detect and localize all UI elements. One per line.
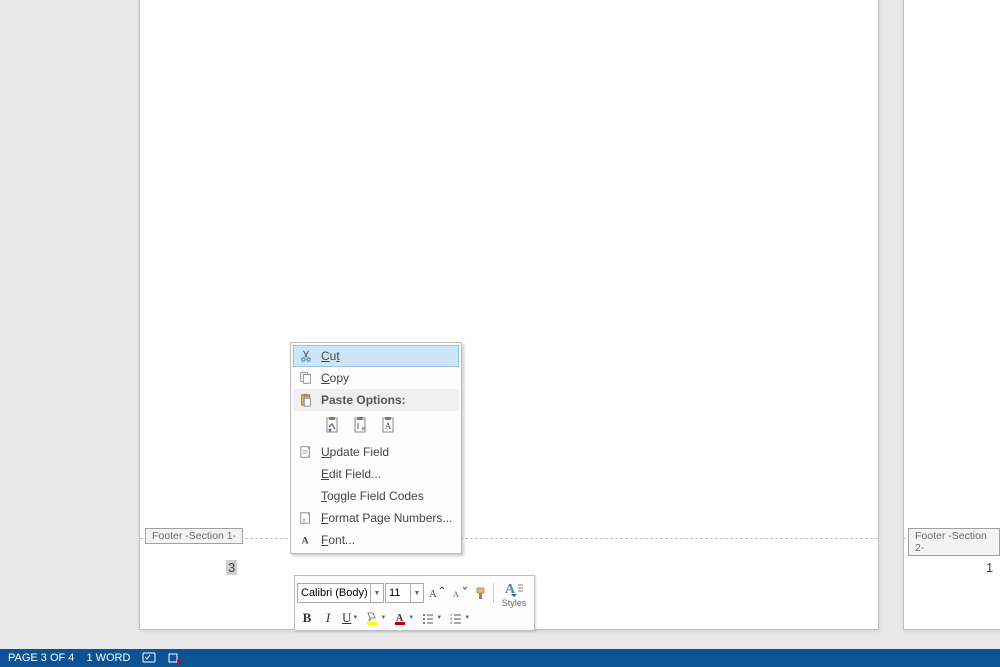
paste-keep-source-formatting[interactable] [321, 415, 345, 437]
edit-field-icon [297, 466, 315, 482]
copy-icon [297, 370, 315, 386]
status-page[interactable]: PAGE 3 OF 4 [8, 652, 74, 664]
footer-page-number-right[interactable]: 1 [986, 560, 993, 575]
menu-copy-label: Copy [321, 371, 349, 385]
svg-text:A: A [429, 588, 437, 600]
numbering-button[interactable]: 123 ▼ [446, 608, 473, 628]
menu-toggle-field-codes-label: Toggle Field Codes [321, 489, 424, 503]
menu-toggle-field-codes[interactable]: Toggle Field Codes [293, 485, 459, 507]
menu-cut-label: Cut [321, 349, 340, 363]
footer-page-number-left[interactable]: 3 [226, 560, 237, 575]
toggle-field-codes-icon [297, 488, 315, 504]
menu-font[interactable]: A Font... [293, 529, 459, 551]
menu-copy[interactable]: Copy [293, 367, 459, 389]
underline-button[interactable]: U▼ [339, 608, 361, 628]
svg-text:A: A [453, 590, 459, 599]
menu-format-page-numbers[interactable]: # Format Page Numbers... [293, 507, 459, 529]
text-highlight-button[interactable]: ▼ [362, 608, 389, 628]
update-field-icon: ! [297, 444, 315, 460]
format-page-numbers-icon: # [297, 510, 315, 526]
status-bar: PAGE 3 OF 4 1 WORD [0, 649, 1000, 667]
context-menu: Cut Copy Paste Options: A ! Update Field… [290, 342, 462, 554]
macro-record-icon[interactable] [168, 652, 182, 664]
paste-text-only[interactable]: A [377, 415, 401, 437]
menu-edit-field[interactable]: Edit Field... [293, 463, 459, 485]
mini-toolbar-row-bottom: B I U▼ ▼ A ▼ ▼ 123 ▼ [297, 608, 532, 628]
font-color-button[interactable]: A ▼ [390, 608, 417, 628]
menu-edit-field-label: Edit Field... [321, 467, 381, 481]
styles-label: Styles [502, 598, 527, 608]
font-icon: A [297, 532, 315, 548]
format-painter-button[interactable] [471, 583, 491, 603]
bold-button[interactable]: B [297, 608, 317, 628]
menu-paste-options: Paste Options: [293, 389, 459, 411]
styles-button[interactable]: A [500, 578, 528, 598]
separator [493, 583, 494, 603]
footer-section-tab-2: Footer -Section 2- [908, 528, 1000, 556]
font-name-select[interactable] [297, 583, 371, 603]
menu-paste-options-label: Paste Options: [321, 393, 406, 407]
svg-text:!: ! [308, 453, 309, 458]
spell-check-icon[interactable] [142, 652, 156, 664]
paste-options-row: A [293, 411, 459, 441]
menu-update-field[interactable]: ! Update Field [293, 441, 459, 463]
cut-icon [297, 348, 315, 364]
footer-boundary-left [140, 538, 878, 539]
svg-text:3: 3 [450, 620, 453, 625]
status-words[interactable]: 1 WORD [86, 652, 130, 664]
grow-font-button[interactable]: A [425, 583, 447, 603]
document-page-left [139, 0, 879, 630]
mini-toolbar-row-top: ▼ ▼ A A A Styles [297, 578, 532, 608]
svg-text:A: A [385, 421, 392, 431]
footer-section-tab-1: Footer -Section 1- [145, 528, 243, 544]
paste-merge-formatting[interactable] [349, 415, 373, 437]
font-size-dropdown[interactable]: ▼ [411, 583, 424, 603]
menu-update-field-label: Update Field [321, 445, 389, 459]
mini-toolbar: ▼ ▼ A A A Styles B I U▼ ▼ A [294, 575, 535, 631]
menu-font-label: Font... [321, 533, 355, 547]
paste-icon [297, 392, 315, 408]
bullets-button[interactable]: ▼ [418, 608, 445, 628]
svg-text:A: A [302, 536, 309, 547]
font-name-dropdown[interactable]: ▼ [371, 583, 384, 603]
svg-text:#: # [303, 518, 306, 524]
italic-button[interactable]: I [318, 608, 338, 628]
font-size-input[interactable] [385, 583, 411, 603]
shrink-font-button[interactable]: A [448, 583, 470, 603]
menu-cut[interactable]: Cut [293, 345, 459, 367]
menu-format-page-numbers-label: Format Page Numbers... [321, 511, 452, 525]
